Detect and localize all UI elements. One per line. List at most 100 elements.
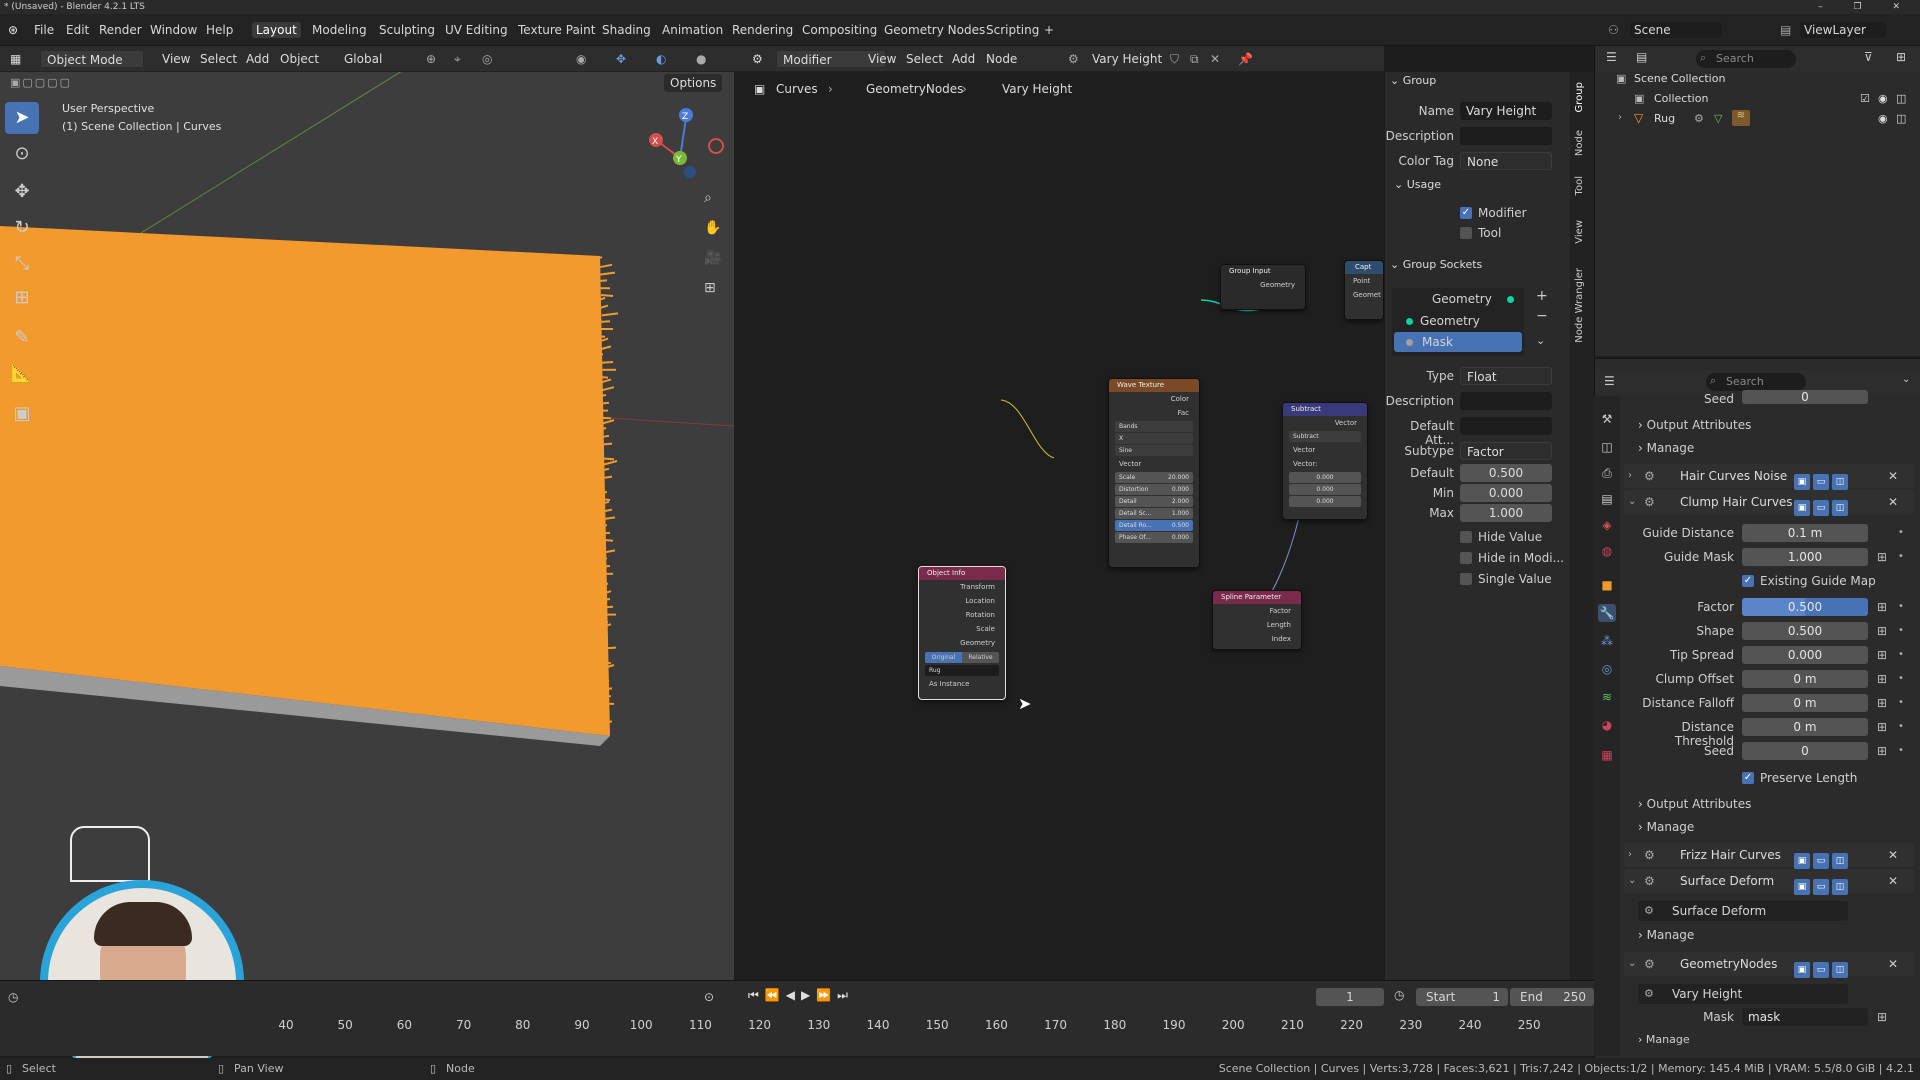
- menu-help[interactable]: Help: [202, 22, 237, 38]
- ne-menu-node[interactable]: Node: [980, 50, 1023, 68]
- ne-menu-add[interactable]: Add: [946, 50, 981, 68]
- toggle-relative[interactable]: Relative: [962, 652, 999, 663]
- modifier-tab-icon[interactable]: 🔧: [1598, 604, 1616, 622]
- clump-field-value[interactable]: 0 m: [1742, 670, 1868, 688]
- max-value-field[interactable]: 1.000: [1460, 504, 1552, 522]
- wave-direction-dropdown[interactable]: X: [1115, 433, 1193, 444]
- render-tab-icon[interactable]: ◫: [1598, 438, 1616, 456]
- input-toggle-icon[interactable]: ⊞: [1874, 599, 1890, 615]
- input-toggle-icon[interactable]: ⊞: [1874, 671, 1890, 687]
- breadcrumb-curves[interactable]: Curves: [776, 82, 818, 96]
- clump-field-value[interactable]: 0.500: [1742, 598, 1868, 616]
- vector-z-field[interactable]: 0.000: [1289, 496, 1361, 507]
- default-value-field[interactable]: 0.500: [1460, 464, 1552, 482]
- transform-orientation-dropdown[interactable]: Global: [338, 50, 414, 68]
- filter-icon[interactable]: ⊽: [1864, 50, 1873, 64]
- socket-menu-icon[interactable]: ⌄: [1536, 334, 1545, 347]
- clump-field-value[interactable]: 1.000: [1742, 548, 1868, 566]
- input-toggle-icon[interactable]: ⊞: [1874, 549, 1890, 565]
- select-mode-icons[interactable]: ▣▢▢▢▢: [10, 76, 72, 89]
- duplicate-icon[interactable]: ⧉: [1184, 50, 1205, 68]
- surface-deform-nodegroup-field[interactable]: Surface Deform: [1638, 901, 1848, 921]
- record-icon[interactable]: ⊙: [704, 990, 714, 1004]
- annotate-tool-icon[interactable]: ✎: [5, 322, 39, 354]
- subtype-dropdown[interactable]: Factor: [1460, 442, 1552, 460]
- collapse-arrow-icon[interactable]: ›: [1628, 464, 1632, 488]
- remove-modifier-icon[interactable]: ✕: [1888, 464, 1898, 488]
- data-tab-icon[interactable]: ≋: [1598, 688, 1616, 706]
- keyframe-dot-icon[interactable]: •: [1898, 721, 1904, 732]
- properties-search-input[interactable]: Search: [1706, 373, 1806, 391]
- min-value-field[interactable]: 0.000: [1460, 484, 1552, 502]
- keyframe-dot-icon[interactable]: •: [1898, 625, 1904, 636]
- modifier-surface-deform[interactable]: ⌄ ⚙ Surface Deform ▣ ▭ ◫ ✕: [1624, 869, 1914, 895]
- modifier-hair-curves-noise[interactable]: › ⚙ Hair Curves Noise ▣ ▭ ◫ ✕: [1624, 464, 1914, 490]
- hide-value-checkbox[interactable]: [1460, 531, 1472, 543]
- tab-rendering[interactable]: Rendering: [728, 22, 797, 38]
- playback-controls[interactable]: ⏮⏪◀▶⏩⏭: [748, 988, 854, 1003]
- unlink-icon[interactable]: ✕: [1204, 50, 1226, 68]
- wave-type-dropdown[interactable]: Bands: [1115, 421, 1193, 432]
- modifier-toggles[interactable]: ▣ ▭ ◫: [1794, 847, 1851, 871]
- move-tool-icon[interactable]: ✥: [5, 176, 39, 208]
- outliner-search-input[interactable]: Search: [1696, 50, 1796, 68]
- material-tab-icon[interactable]: ◕: [1598, 716, 1616, 734]
- output-attributes-toggle-2[interactable]: › Output Attributes: [1638, 797, 1751, 811]
- socket-item-mask[interactable]: Mask: [1394, 332, 1522, 352]
- transform-space-toggle[interactable]: Original Relative: [925, 652, 999, 663]
- keyframe-dot-icon[interactable]: •: [1898, 697, 1904, 708]
- menu-edit[interactable]: Edit: [62, 22, 93, 38]
- object-tab-icon[interactable]: ■: [1598, 576, 1616, 594]
- navigation-gizmo[interactable]: Z X Y: [640, 100, 730, 190]
- manage-toggle-2[interactable]: › Manage: [1638, 820, 1694, 834]
- properties-editor-icon[interactable]: ☰: [1604, 374, 1615, 388]
- snap-icon[interactable]: ⌖: [448, 50, 467, 68]
- manage-toggle-3[interactable]: › Manage: [1638, 928, 1694, 942]
- modifier-toggles[interactable]: ▣ ▭ ◫: [1794, 956, 1851, 980]
- manage-toggle[interactable]: › Manage: [1638, 441, 1694, 455]
- node-object-info[interactable]: Object Info Transform Location Rotation …: [918, 566, 1006, 700]
- window-controls[interactable]: – ❐ ✕: [1818, 0, 1914, 14]
- keyframe-dot-icon[interactable]: •: [1898, 673, 1904, 684]
- pin-icon[interactable]: 📌: [1232, 50, 1259, 68]
- wave-profile-dropdown[interactable]: Sine: [1115, 445, 1193, 456]
- modifier-frizz-hair-curves[interactable]: › ⚙ Frizz Hair Curves ▣ ▭ ◫ ✕: [1624, 843, 1914, 869]
- breadcrumb-geometrynodes[interactable]: GeometryNodes: [866, 82, 963, 96]
- clump-field-value[interactable]: 0.500: [1742, 622, 1868, 640]
- node-editor-type-icon[interactable]: ⚙: [746, 50, 769, 68]
- world-tab-icon[interactable]: ◍: [1598, 542, 1616, 560]
- keyframe-dot-icon[interactable]: •: [1898, 649, 1904, 660]
- socket-item-output-geometry[interactable]: Geometry: [1392, 288, 1524, 310]
- group-panel-header[interactable]: ⌄ Group: [1390, 74, 1436, 87]
- output-attributes-toggle[interactable]: › Output Attributes: [1638, 418, 1751, 432]
- collapse-arrow-icon[interactable]: ›: [1628, 843, 1632, 867]
- add-workspace-button[interactable]: +: [1040, 22, 1058, 38]
- visibility-icon[interactable]: ◉: [570, 50, 592, 68]
- add-cube-tool-icon[interactable]: ▣: [5, 398, 39, 430]
- display-mode-icon[interactable]: ▤: [1636, 50, 1647, 64]
- vp-menu-add[interactable]: Add: [240, 50, 275, 68]
- preview-range-icon[interactable]: ◷: [1394, 988, 1404, 1002]
- menu-file[interactable]: File: [30, 22, 58, 38]
- single-value-checkbox[interactable]: [1460, 573, 1472, 585]
- tab-tool[interactable]: Tool: [1574, 176, 1585, 195]
- editor-type-icon[interactable]: ▦: [4, 50, 27, 68]
- zoom-icon[interactable]: ⌕: [704, 190, 712, 206]
- node-spline-parameter[interactable]: Spline Parameter Factor Length Index: [1212, 590, 1302, 650]
- keyframe-dot-icon[interactable]: •: [1898, 551, 1904, 562]
- menu-window[interactable]: Window: [146, 22, 201, 38]
- socket-type-dropdown[interactable]: Float: [1460, 367, 1552, 385]
- physics-tab-icon[interactable]: ◎: [1598, 660, 1616, 678]
- vp-menu-view[interactable]: View: [156, 50, 196, 68]
- proportional-icon[interactable]: ◎: [476, 50, 498, 68]
- outliner-scene-collection[interactable]: Scene Collection: [1634, 72, 1725, 85]
- measure-tool-icon[interactable]: 📐: [5, 358, 39, 390]
- wave-field[interactable]: Phase Of... 0.000: [1115, 532, 1193, 543]
- tab-sculpting[interactable]: Sculpting: [375, 22, 439, 38]
- render-camera-icon[interactable]: ◫: [1896, 92, 1906, 105]
- tab-group[interactable]: Group: [1574, 82, 1585, 112]
- ne-menu-view[interactable]: View: [862, 50, 902, 68]
- mask-input-toggle-icon[interactable]: ⊞: [1874, 1009, 1890, 1025]
- transform-tool-icon[interactable]: ⊞: [5, 282, 39, 314]
- view-layer-tab-icon[interactable]: ▤: [1598, 490, 1616, 508]
